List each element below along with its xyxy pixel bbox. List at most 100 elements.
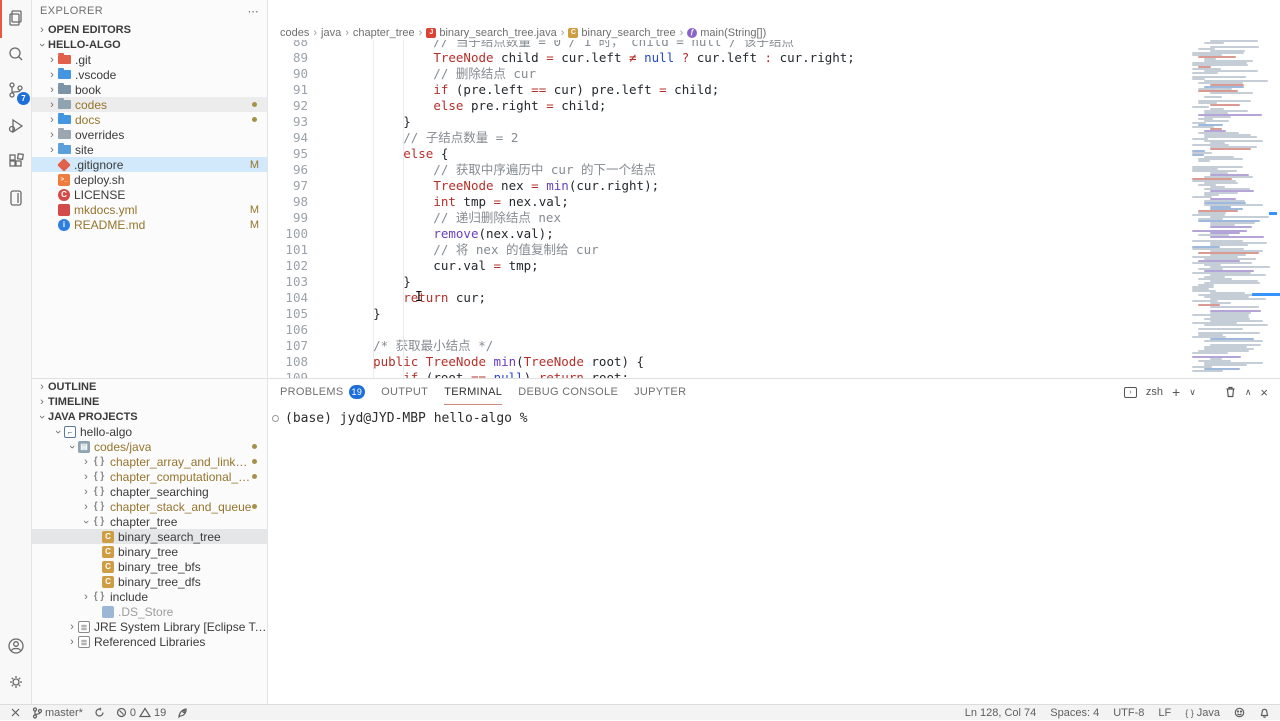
java-tree-item[interactable]: .DS_Store (32, 604, 267, 619)
code-line: 93 } (268, 114, 1190, 130)
library-icon: ≣ (78, 636, 90, 648)
explorer-header: EXPLORER ⋯ (32, 0, 267, 22)
java-tree-item[interactable]: ›⌐hello-algo (32, 424, 267, 439)
explorer-file-.vscode[interactable]: ›.vscode (32, 67, 267, 82)
explorer-file-overrides[interactable]: ›overrides (32, 127, 267, 142)
java-tree-item[interactable]: Cbinary_search_tree (32, 529, 267, 544)
run-debug-icon[interactable] (0, 108, 32, 144)
sync-status[interactable] (94, 705, 105, 721)
split-terminal-icon[interactable] (1205, 388, 1216, 397)
breadcrumb-item[interactable]: chapter_tree (353, 27, 415, 39)
notebook-icon[interactable] (0, 180, 32, 216)
outline-section[interactable]: › OUTLINE (32, 379, 267, 394)
panel-controls: › zsh + ∨ ∧ × (1124, 384, 1268, 400)
line-number: 105 (268, 306, 308, 322)
modified-dot-icon (252, 459, 257, 464)
open-editors-section[interactable]: › OPEN EDITORS (32, 22, 267, 37)
close-panel-icon[interactable]: × (1260, 385, 1268, 400)
status-bar: master* 0 19 Ln 128, Col 74 Spaces: 4 UT… (0, 704, 1280, 720)
breadcrumb-item[interactable]: codes (280, 27, 309, 39)
explorer-more-icon[interactable]: ⋯ (248, 5, 259, 18)
package-root-icon: ▤ (78, 441, 90, 453)
explorer-file-LICENSE[interactable]: CLICENSE (32, 187, 267, 202)
timeline-section[interactable]: › TIMELINE (32, 394, 267, 409)
feedback-status[interactable] (1234, 705, 1245, 721)
warning-icon (139, 707, 151, 718)
java-tree-item[interactable]: ›{ }chapter_tree (32, 514, 267, 529)
chevron-right-icon: › (80, 471, 92, 483)
braces-icon: { } (1185, 708, 1194, 718)
java-tree-item[interactable]: ›{ }chapter_searching (32, 484, 267, 499)
extensions-icon[interactable] (0, 144, 32, 180)
chevron-down-icon: › (66, 441, 78, 453)
code-editor[interactable]: 88 // 当子结点数量 = 0 / 1 时， child = null / 该… (268, 34, 1190, 386)
terminal[interactable]: (base) jyd@JYD-MBP hello-algo % (268, 405, 1280, 426)
java-tree-item[interactable]: ›≣JRE System Library [Eclipse Temurin 17… (32, 619, 267, 634)
activity-bar: 7 (0, 0, 32, 704)
java-tree-item[interactable]: Cbinary_tree_bfs (32, 559, 267, 574)
folder-icon (58, 115, 71, 124)
chevron-right-icon: › (80, 591, 92, 603)
java-tree-item[interactable]: ›{ }chapter_stack_and_queue (32, 499, 267, 514)
explorer-file-README.md[interactable]: iREADME.mdM (32, 217, 267, 232)
kill-terminal-trash-icon[interactable] (1225, 386, 1236, 398)
java-projects-tree: ›⌐hello-algo›▤codes/java›{ }chapter_arra… (32, 424, 267, 649)
breadcrumb-item[interactable]: ƒmain(String[]) (687, 27, 766, 39)
accounts-icon[interactable] (0, 628, 32, 664)
java-tree-item[interactable]: ›▤codes/java (32, 439, 267, 454)
terminal-dropdown-chevron-icon[interactable]: ∨ (1189, 387, 1196, 398)
panel-tab-problems[interactable]: PROBLEMS19 (280, 379, 365, 405)
rocket-status[interactable] (177, 705, 189, 721)
explorer-file-site[interactable]: ›site (32, 142, 267, 157)
explorer-icon[interactable] (0, 0, 32, 36)
branch-status[interactable]: master* (32, 705, 83, 721)
new-terminal-icon[interactable]: + (1172, 384, 1180, 400)
source-control-icon[interactable]: 7 (0, 72, 32, 108)
panel-tab-debug-console[interactable]: DEBUG CONSOLE (518, 379, 618, 405)
chevron-right-icon: › (46, 114, 58, 126)
java-tree-item[interactable]: ›{ }chapter_array_and_linkedlist (32, 454, 267, 469)
remote-indicator[interactable] (10, 705, 21, 721)
code-line: 100 remove(nex.val); (268, 226, 1190, 242)
panel-tab-terminal[interactable]: TERMINAL (444, 379, 502, 405)
panel-tab-output[interactable]: OUTPUT (381, 379, 428, 405)
explorer-file-.gitignore[interactable]: .gitignoreM (32, 157, 267, 172)
explorer-file-.git[interactable]: ›.git (32, 52, 267, 67)
java-tree-item[interactable]: Cbinary_tree_dfs (32, 574, 267, 589)
file-icon: i (58, 219, 70, 231)
encoding-setting[interactable]: UTF-8 (1113, 705, 1144, 721)
shell-label[interactable]: zsh (1146, 386, 1163, 398)
notifications-status[interactable] (1259, 705, 1270, 721)
java-tree-item[interactable]: ›{ }include (32, 589, 267, 604)
minimap[interactable] (1192, 40, 1270, 374)
maximize-panel-icon[interactable]: ∧ (1245, 387, 1252, 398)
settings-gear-icon[interactable] (0, 664, 32, 700)
java-tree-item[interactable]: Cbinary_tree (32, 544, 267, 559)
explorer-file-book[interactable]: ›book (32, 82, 267, 97)
breadcrumb-item[interactable]: java (321, 27, 341, 39)
breadcrumb-item[interactable]: Jbinary_search_tree.java (426, 27, 556, 39)
root-folder-section[interactable]: › HELLO-ALGO (32, 37, 267, 52)
indentation-setting[interactable]: Spaces: 4 (1050, 705, 1099, 721)
language-mode[interactable]: { } Java (1185, 705, 1220, 721)
code-line: 90 // 删除结点 cur (268, 66, 1190, 82)
explorer-file-mkdocs.yml[interactable]: mkdocs.ymlM (32, 202, 267, 217)
package-braces-icon: { } (92, 456, 106, 467)
cursor-position[interactable]: Ln 128, Col 74 (965, 705, 1037, 721)
java-tree-item[interactable]: ›{ }chapter_computational_complexity (32, 469, 267, 484)
java-tree-item[interactable]: ›≣Referenced Libraries (32, 634, 267, 649)
search-icon[interactable] (0, 36, 32, 72)
code-line: 105 } (268, 306, 1190, 322)
line-number: 103 (268, 274, 308, 290)
eol-setting[interactable]: LF (1158, 705, 1171, 721)
java-projects-section[interactable]: › JAVA PROJECTS (32, 409, 267, 424)
problems-status[interactable]: 0 19 (116, 705, 166, 721)
chevron-right-icon: › (46, 99, 58, 111)
explorer-file-deploy.sh[interactable]: >_deploy.sh (32, 172, 267, 187)
breadcrumb-item[interactable]: Cbinary_search_tree (568, 27, 675, 39)
chevron-right-icon: › (36, 396, 48, 408)
explorer-file-docs[interactable]: ›docs (32, 112, 267, 127)
panel-tab-jupyter[interactable]: JUPYTER (634, 379, 686, 405)
java-file-icon: J (426, 28, 436, 38)
explorer-file-codes[interactable]: ›codes (32, 97, 267, 112)
